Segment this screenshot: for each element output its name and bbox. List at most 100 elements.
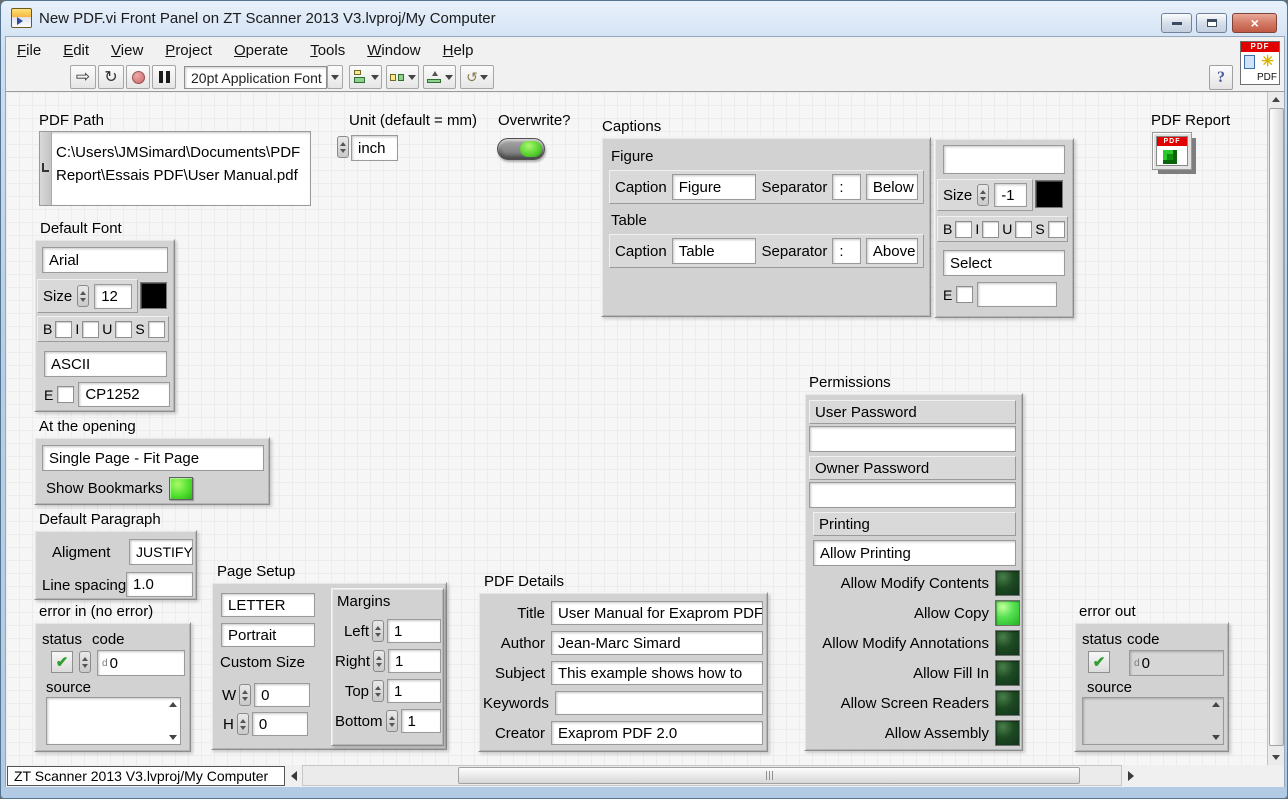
- maximize-button[interactable]: [1196, 13, 1227, 33]
- margin-left-spinner[interactable]: [372, 620, 384, 642]
- margin-top-input[interactable]: 1: [387, 679, 441, 703]
- margin-right-spinner[interactable]: [373, 650, 385, 672]
- reorder-button[interactable]: ↺: [460, 65, 494, 89]
- alignment-ring[interactable]: JUSTIFY: [129, 539, 193, 565]
- titlebar[interactable]: New PDF.vi Front Panel on ZT Scanner 201…: [1, 1, 1287, 36]
- minimize-button[interactable]: [1161, 13, 1192, 33]
- error-in-code-spinner[interactable]: [79, 651, 91, 673]
- scroll-up-icon[interactable]: [1272, 97, 1280, 102]
- default-font-color-box[interactable]: [140, 282, 167, 309]
- author-input[interactable]: Jean-Marc Simard: [551, 631, 763, 655]
- italic-checkbox[interactable]: [982, 221, 999, 238]
- vertical-scrollbar-thumb[interactable]: [1269, 108, 1284, 746]
- bold-checkbox[interactable]: [55, 321, 72, 338]
- default-font-codepage-input[interactable]: CP1252: [78, 382, 170, 407]
- horizontal-scrollbar-thumb[interactable]: [458, 767, 1080, 784]
- line-spacing-input[interactable]: 1.0: [126, 572, 193, 597]
- margin-top-spinner[interactable]: [372, 680, 384, 702]
- subject-input[interactable]: This example shows how to: [551, 661, 763, 685]
- allow-screen-readers-led[interactable]: [995, 690, 1020, 716]
- bold-checkbox[interactable]: [955, 221, 972, 238]
- error-in-code-input[interactable]: d 0: [97, 650, 185, 676]
- unit-ring[interactable]: inch: [351, 135, 398, 161]
- font-selector[interactable]: 20pt Application Font: [184, 66, 327, 89]
- table-caption-input[interactable]: Table: [672, 238, 757, 264]
- encoding-checkbox[interactable]: [956, 286, 973, 303]
- caption-font-select-ring[interactable]: Select: [943, 250, 1065, 276]
- show-bookmarks-button[interactable]: [169, 477, 193, 500]
- abort-button[interactable]: [126, 65, 150, 89]
- table-separator-input[interactable]: :: [832, 238, 861, 264]
- pdf-path-value[interactable]: C:\Users\JMSimard\Documents\PDF Report\E…: [52, 132, 304, 205]
- strikeout-checkbox[interactable]: [1048, 221, 1065, 238]
- unit-spinner[interactable]: [337, 136, 349, 158]
- vi-icon[interactable]: PDF ✳ PDF: [1240, 41, 1280, 85]
- user-password-input[interactable]: [809, 426, 1016, 452]
- scroll-down-icon[interactable]: [1272, 755, 1280, 760]
- strikeout-checkbox[interactable]: [148, 321, 165, 338]
- table-position-ring[interactable]: Above: [866, 238, 918, 264]
- pdf-path-control[interactable]: C:\Users\JMSimard\Documents\PDF Report\E…: [39, 131, 311, 206]
- menu-project[interactable]: Project: [154, 40, 223, 61]
- distribute-objects-button[interactable]: [386, 65, 419, 89]
- align-objects-button[interactable]: [349, 65, 382, 89]
- font-selector-dropdown[interactable]: [327, 65, 343, 89]
- scroll-down-icon[interactable]: [1212, 735, 1220, 740]
- path-scrollbar[interactable]: [40, 132, 52, 205]
- caption-font-size-spinner[interactable]: [977, 184, 989, 206]
- caption-font-size-input[interactable]: -1: [994, 183, 1027, 207]
- allow-copy-led[interactable]: [995, 600, 1020, 626]
- error-in-status-button[interactable]: ✔: [51, 651, 73, 673]
- menu-file[interactable]: File: [6, 40, 52, 61]
- width-spinner[interactable]: [239, 684, 251, 706]
- margin-bottom-input[interactable]: 1: [401, 709, 441, 733]
- encoding-checkbox[interactable]: [57, 386, 74, 403]
- figure-position-ring[interactable]: Below: [866, 174, 918, 200]
- margin-bottom-spinner[interactable]: [386, 710, 398, 732]
- overwrite-switch[interactable]: [497, 138, 545, 160]
- underline-checkbox[interactable]: [115, 321, 132, 338]
- scroll-up-icon[interactable]: [169, 702, 177, 707]
- height-spinner[interactable]: [237, 713, 249, 735]
- default-font-encoding-ring[interactable]: ASCII: [44, 351, 167, 377]
- vertical-scrollbar[interactable]: [1267, 92, 1284, 765]
- height-input[interactable]: 0: [252, 712, 308, 736]
- caption-font-codepage-input[interactable]: [977, 282, 1057, 307]
- allow-assembly-led[interactable]: [995, 720, 1020, 746]
- margin-left-input[interactable]: 1: [387, 619, 441, 643]
- pause-button[interactable]: [152, 65, 176, 89]
- horizontal-scrollbar[interactable]: [302, 765, 1122, 786]
- caption-font-name-input[interactable]: [943, 145, 1065, 174]
- menu-view[interactable]: View: [100, 40, 154, 61]
- allow-modify-contents-led[interactable]: [995, 570, 1020, 596]
- owner-password-input[interactable]: [809, 482, 1016, 508]
- margin-right-input[interactable]: 1: [388, 649, 441, 673]
- keywords-input[interactable]: [555, 691, 763, 715]
- printing-ring[interactable]: Allow Printing: [813, 540, 1016, 566]
- allow-fill-in-led[interactable]: [995, 660, 1020, 686]
- creator-input[interactable]: Exaprom PDF 2.0: [551, 721, 763, 745]
- context-help-button[interactable]: ?: [1209, 65, 1233, 90]
- default-font-name-input[interactable]: Arial: [42, 247, 168, 273]
- default-font-size-spinner[interactable]: [77, 285, 89, 307]
- default-font-size-input[interactable]: 12: [94, 284, 132, 309]
- menu-operate[interactable]: Operate: [223, 40, 299, 61]
- title-input[interactable]: User Manual for Exaprom PDF: [551, 601, 763, 625]
- caption-font-color-box[interactable]: [1035, 180, 1063, 208]
- close-button[interactable]: ×: [1232, 13, 1277, 33]
- figure-separator-input[interactable]: :: [832, 174, 861, 200]
- menu-window[interactable]: Window: [356, 40, 431, 61]
- underline-checkbox[interactable]: [1015, 221, 1032, 238]
- resize-objects-button[interactable]: [423, 65, 456, 89]
- figure-caption-input[interactable]: Figure: [672, 174, 757, 200]
- width-input[interactable]: 0: [254, 683, 310, 707]
- run-continuous-button[interactable]: ↻: [98, 65, 124, 89]
- error-in-source-input[interactable]: [46, 697, 181, 745]
- orientation-ring[interactable]: Portrait: [221, 623, 315, 647]
- scroll-left-icon[interactable]: [291, 771, 297, 781]
- italic-checkbox[interactable]: [82, 321, 99, 338]
- opening-view-ring[interactable]: Single Page - Fit Page: [42, 445, 264, 471]
- run-button[interactable]: ⇨: [70, 65, 96, 89]
- scroll-up-icon[interactable]: [1212, 702, 1220, 707]
- menu-edit[interactable]: Edit: [52, 40, 100, 61]
